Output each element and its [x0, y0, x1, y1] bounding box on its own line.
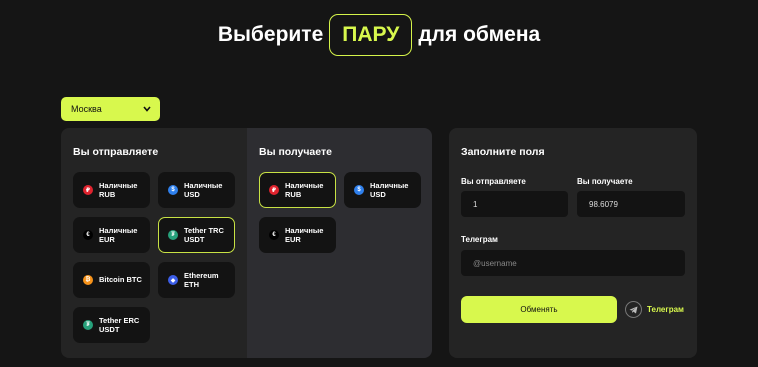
exchange-form-panel: Заполните поля Вы отправляете Вы получае…	[449, 128, 697, 358]
currency-option-code: USD	[184, 190, 200, 199]
city-select-value: Москва	[71, 104, 102, 114]
euro-icon: €	[269, 230, 279, 240]
send-currency-option[interactable]: ₽ Наличные RUB	[73, 172, 150, 208]
euro-icon: €	[83, 230, 93, 240]
currency-option-code: RUB	[99, 190, 116, 199]
ruble-icon: ₽	[83, 185, 93, 195]
currency-option-name: Ethereum	[184, 270, 219, 280]
currency-option-label: Наличные USD	[184, 181, 222, 200]
currency-option-code: EUR	[99, 235, 115, 244]
currency-selection-panel: Вы отправляете ₽ Наличные RUB $ Наличные USD €…	[61, 128, 432, 358]
telegram-link[interactable]: Телеграм	[625, 301, 684, 318]
receive-currency-option[interactable]: € Наличные EUR	[259, 217, 336, 253]
send-currency-option[interactable]: ₿ Bitcoin BTC	[73, 262, 150, 298]
receive-amount-input[interactable]	[577, 191, 685, 217]
receive-column-title: Вы получаете	[259, 146, 332, 158]
telegram-icon	[625, 301, 642, 318]
currency-option-label: Наличные RUB	[99, 181, 137, 200]
send-currency-grid: ₽ Наличные RUB $ Наличные USD € Наличные EUR ₮ Tet…	[73, 172, 247, 343]
currency-option-code: USD	[370, 190, 386, 199]
receive-currency-option[interactable]: ₽ Наличные RUB	[259, 172, 336, 208]
send-currency-option[interactable]: € Наличные EUR	[73, 217, 150, 253]
currency-option-label: Наличные EUR	[285, 226, 323, 245]
chevron-down-icon	[143, 104, 151, 115]
send-currency-option[interactable]: ₮ Tether TRC USDT	[158, 217, 235, 253]
currency-option-name: Наличные	[370, 180, 409, 190]
currency-option-label: Наличные EUR	[99, 226, 137, 245]
currency-option-code: RUB	[285, 190, 302, 199]
send-column-title: Вы отправляете	[73, 146, 159, 158]
currency-option-name: Tether ERC	[99, 315, 140, 325]
currency-option-name: Наличные	[184, 180, 223, 190]
telegram-field-label: Телеграм	[461, 235, 498, 244]
page-heading: Выберите ПАРУ для обмена	[0, 14, 758, 56]
ethereum-icon: ◆	[168, 275, 178, 285]
dollar-icon: $	[168, 185, 178, 195]
telegram-link-label: Телеграм	[647, 305, 684, 314]
currency-option-name: Наличные	[99, 180, 138, 190]
receive-amount-label: Вы получаете	[577, 177, 633, 186]
form-title: Заполните поля	[461, 146, 545, 158]
send-currency-option[interactable]: $ Наличные USD	[158, 172, 235, 208]
city-select[interactable]: Москва	[61, 97, 160, 121]
currency-option-label: Ethereum ETH	[184, 271, 219, 290]
currency-option-name: Наличные	[285, 180, 324, 190]
telegram-username-input[interactable]	[461, 250, 685, 276]
receive-currency-grid: ₽ Наличные RUB $ Наличные USD € Наличные EUR	[259, 172, 432, 253]
currency-option-label: Tether TRC USDT	[184, 226, 224, 245]
exchange-button[interactable]: Обменять	[461, 296, 617, 323]
ruble-icon: ₽	[269, 185, 279, 195]
send-amount-label: Вы отправляете	[461, 177, 526, 186]
currency-option-label: Bitcoin BTC	[99, 275, 142, 285]
tether-icon: ₮	[83, 320, 93, 330]
currency-option-name: Tether TRC	[184, 225, 224, 235]
heading-pill: ПАРУ	[329, 14, 413, 56]
currency-option-label: Tether ERC USDT	[99, 316, 139, 335]
currency-option-name: Bitcoin BTC	[99, 275, 142, 285]
tether-icon: ₮	[168, 230, 178, 240]
send-column: Вы отправляете ₽ Наличные RUB $ Наличные USD €…	[61, 128, 247, 358]
dollar-icon: $	[354, 185, 364, 195]
currency-option-label: Наличные RUB	[285, 181, 323, 200]
bitcoin-icon: ₿	[83, 275, 93, 285]
heading-text-before: Выберите	[217, 23, 324, 46]
currency-option-name: Наличные	[285, 225, 324, 235]
currency-option-code: USDT	[184, 235, 205, 244]
send-currency-option[interactable]: ◆ Ethereum ETH	[158, 262, 235, 298]
currency-option-name: Наличные	[99, 225, 138, 235]
currency-option-code: USDT	[99, 325, 120, 334]
currency-option-code: EUR	[285, 235, 301, 244]
receive-column: Вы получаете ₽ Наличные RUB $ Наличные USD € На…	[247, 128, 432, 358]
receive-currency-option[interactable]: $ Наличные USD	[344, 172, 421, 208]
currency-option-code: ETH	[184, 280, 199, 289]
currency-option-label: Наличные USD	[370, 181, 408, 200]
send-currency-option[interactable]: ₮ Tether ERC USDT	[73, 307, 150, 343]
heading-text-after: для обмена	[418, 23, 541, 46]
send-amount-input[interactable]	[461, 191, 568, 217]
